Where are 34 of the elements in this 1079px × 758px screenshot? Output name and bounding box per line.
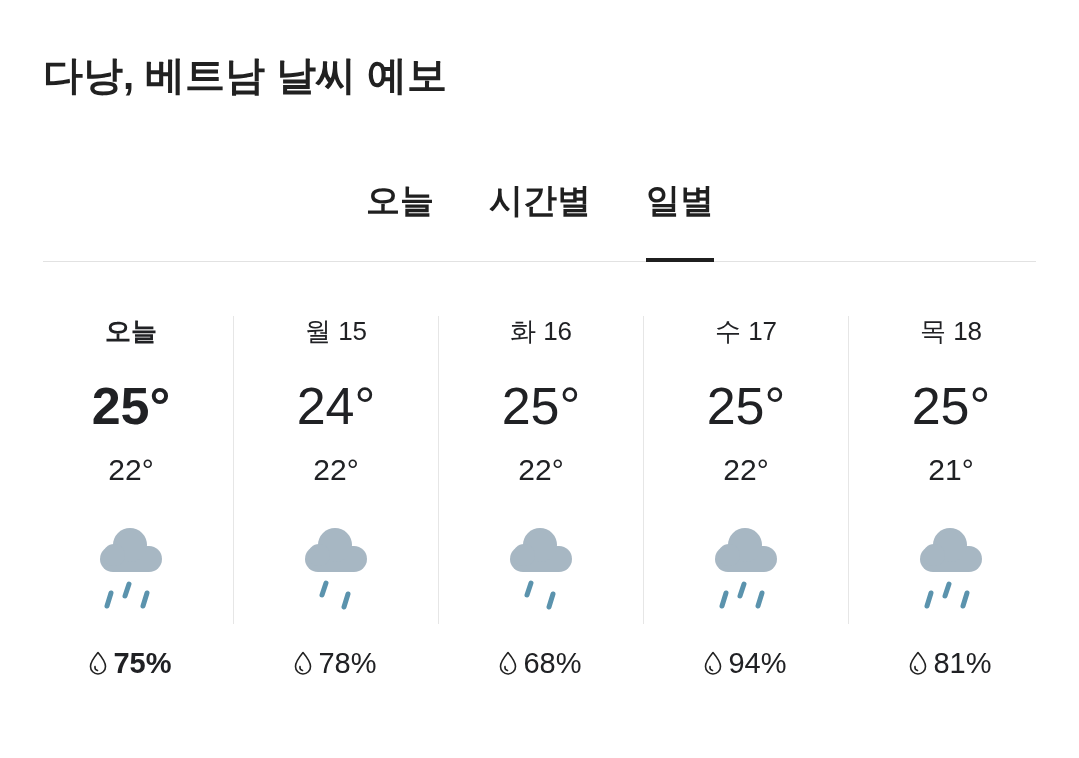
page-title: 다낭, 베트남 날씨 예보	[43, 52, 448, 99]
high-temperature: 25°	[706, 376, 786, 436]
heavy-rain-cloud-icon	[715, 528, 777, 610]
tab[interactable]: 일별	[645, 178, 714, 262]
high-temperature: 25°	[501, 376, 581, 436]
rain-cloud-icon	[510, 528, 572, 610]
low-temperature: 21°	[928, 452, 974, 488]
tab[interactable]: 시간별	[488, 178, 591, 262]
raindrop-icon	[704, 651, 723, 675]
raindrop-icon	[909, 651, 928, 675]
low-temperature: 22°	[518, 452, 564, 488]
day-label: 목 18	[919, 316, 983, 346]
high-temperature: 25°	[911, 376, 991, 436]
heavy-rain-cloud-icon	[920, 528, 982, 610]
precipitation-chance: 68%	[523, 646, 582, 681]
rain-cloud-icon	[305, 528, 367, 610]
day-label: 수 17	[714, 316, 778, 346]
precipitation-chance: 78%	[318, 646, 377, 681]
raindrop-icon	[89, 651, 108, 675]
high-temperature: 24°	[296, 376, 376, 436]
raindrop-icon	[499, 651, 518, 675]
low-temperature: 22°	[108, 452, 154, 488]
day-label: 오늘	[105, 316, 157, 346]
precipitation-chance: 94%	[728, 646, 787, 681]
low-temperature: 22°	[723, 452, 769, 488]
raindrop-icon	[294, 651, 313, 675]
high-temperature: 25°	[91, 376, 171, 436]
tab[interactable]: 오늘	[365, 178, 434, 262]
low-temperature: 22°	[313, 452, 359, 488]
precipitation-chance: 75%	[113, 646, 172, 681]
heavy-rain-cloud-icon	[100, 528, 162, 610]
precipitation-chance: 81%	[933, 646, 992, 681]
day-label: 화 16	[509, 316, 573, 346]
day-label: 월 15	[304, 316, 368, 346]
